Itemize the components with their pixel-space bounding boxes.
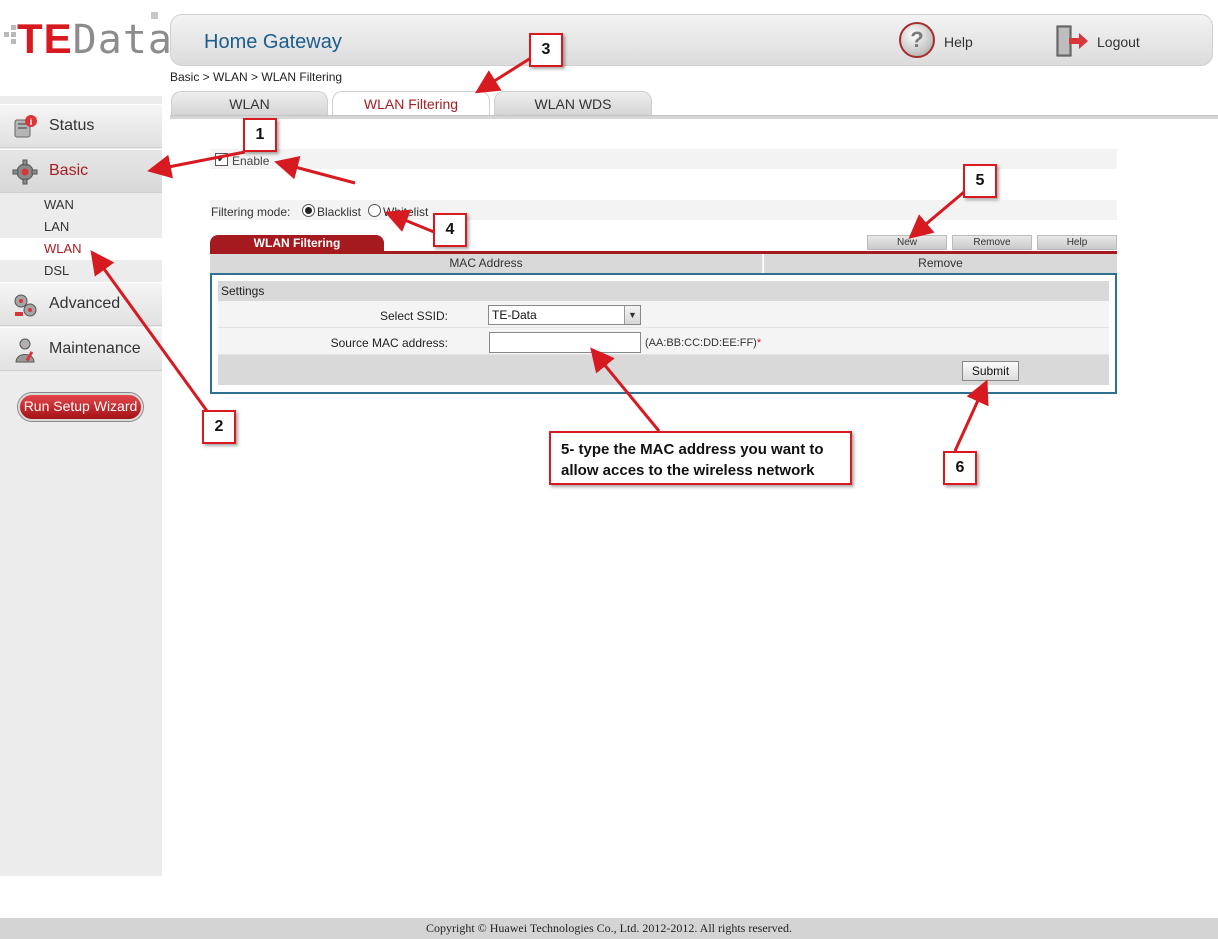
mac-format-hint: (AA:BB:CC:DD:EE:FF)* [645,337,762,349]
footer-copyright: Copyright © Huawei Technologies Co., Ltd… [0,918,1218,939]
tab-wlan-filtering[interactable]: WLAN Filtering [332,91,490,117]
table-help-button[interactable]: Help [1037,235,1117,250]
maintenance-icon [12,337,38,363]
ssid-label: Select SSID: [379,309,448,323]
help-icon[interactable]: ? [899,22,935,58]
run-setup-wizard-button[interactable]: Run Setup Wizard [18,393,143,421]
submenu-item-lan[interactable]: LAN [0,216,162,238]
page-title: Home Gateway [204,31,342,53]
whitelist-radio[interactable] [368,204,381,217]
blacklist-radio[interactable] [302,204,315,217]
ssid-value: TE-Data [492,308,537,322]
chevron-down-icon[interactable]: ▼ [624,306,640,324]
enable-checkbox[interactable]: ✔ [215,153,228,166]
tabs-divider [170,115,1218,119]
logo-square [151,12,158,19]
callout-5: 5 [963,164,997,198]
sidebar-item-label: Status [49,117,95,134]
logo-text: TEData [17,15,173,64]
basic-submenu: WAN LAN WLAN DSL [0,194,162,282]
callout-6: 6 [943,451,977,485]
source-mac-input[interactable] [489,332,641,353]
sidebar-item-status[interactable]: i Status [0,104,162,148]
blacklist-label: Blacklist [317,205,362,219]
logo: TEData [0,0,172,96]
new-button[interactable]: New [867,235,947,250]
sidebar-item-basic[interactable]: Basic [0,149,162,193]
sidebar-item-label: Maintenance [49,340,141,357]
remove-button[interactable]: Remove [952,235,1032,250]
callout-1: 1 [243,118,277,152]
sidebar: TEData i Status Basic WAN LAN WLAN DSL A… [0,0,172,876]
submenu-item-wan[interactable]: WAN [0,194,162,216]
breadcrumb: Basic > WLAN > WLAN Filtering [170,70,343,84]
status-icon: i [12,114,38,140]
callout-2: 2 [202,410,236,444]
logout-link[interactable]: Logout [1097,34,1140,50]
sidebar-item-maintenance[interactable]: Maintenance [0,327,162,371]
help-link[interactable]: Help [944,34,973,50]
callout-3: 3 [529,33,563,67]
column-header-mac-address: MAC Address [210,254,763,273]
sidebar-item-label: Basic [49,162,89,179]
enable-label: Enable [232,154,270,168]
wlan-filtering-section-tab: WLAN Filtering [210,235,384,252]
mac-label: Source MAC address: [330,336,448,350]
column-header-remove: Remove [764,254,1117,273]
whitelist-label: Whitelist [383,205,429,219]
advanced-icon [12,292,38,318]
tab-wlan[interactable]: WLAN [171,91,328,116]
submenu-item-dsl[interactable]: DSL [0,260,162,282]
submit-button[interactable]: Submit [962,361,1019,381]
logo-dots [4,14,18,54]
settings-title: Settings [218,281,1109,301]
submenu-item-wlan[interactable]: WLAN [0,238,162,260]
header-bar: Home Gateway ? Help Logout [170,14,1213,66]
ssid-row: Select SSID: [218,301,1109,328]
logout-icon[interactable] [1055,24,1089,58]
ssid-select[interactable]: TE-Data ▼ [488,305,641,325]
sidebar-item-label: Advanced [49,295,121,312]
sidebar-item-advanced[interactable]: Advanced [0,282,162,326]
tab-wlan-wds[interactable]: WLAN WDS [494,91,652,116]
svg-text:i: i [30,117,33,127]
callout-4: 4 [433,213,467,247]
filtering-mode-label: Filtering mode: [211,205,291,219]
annotation-note: 5- type the MAC address you want to allo… [549,431,852,485]
gear-icon [12,159,38,185]
required-marker: * [756,337,762,349]
